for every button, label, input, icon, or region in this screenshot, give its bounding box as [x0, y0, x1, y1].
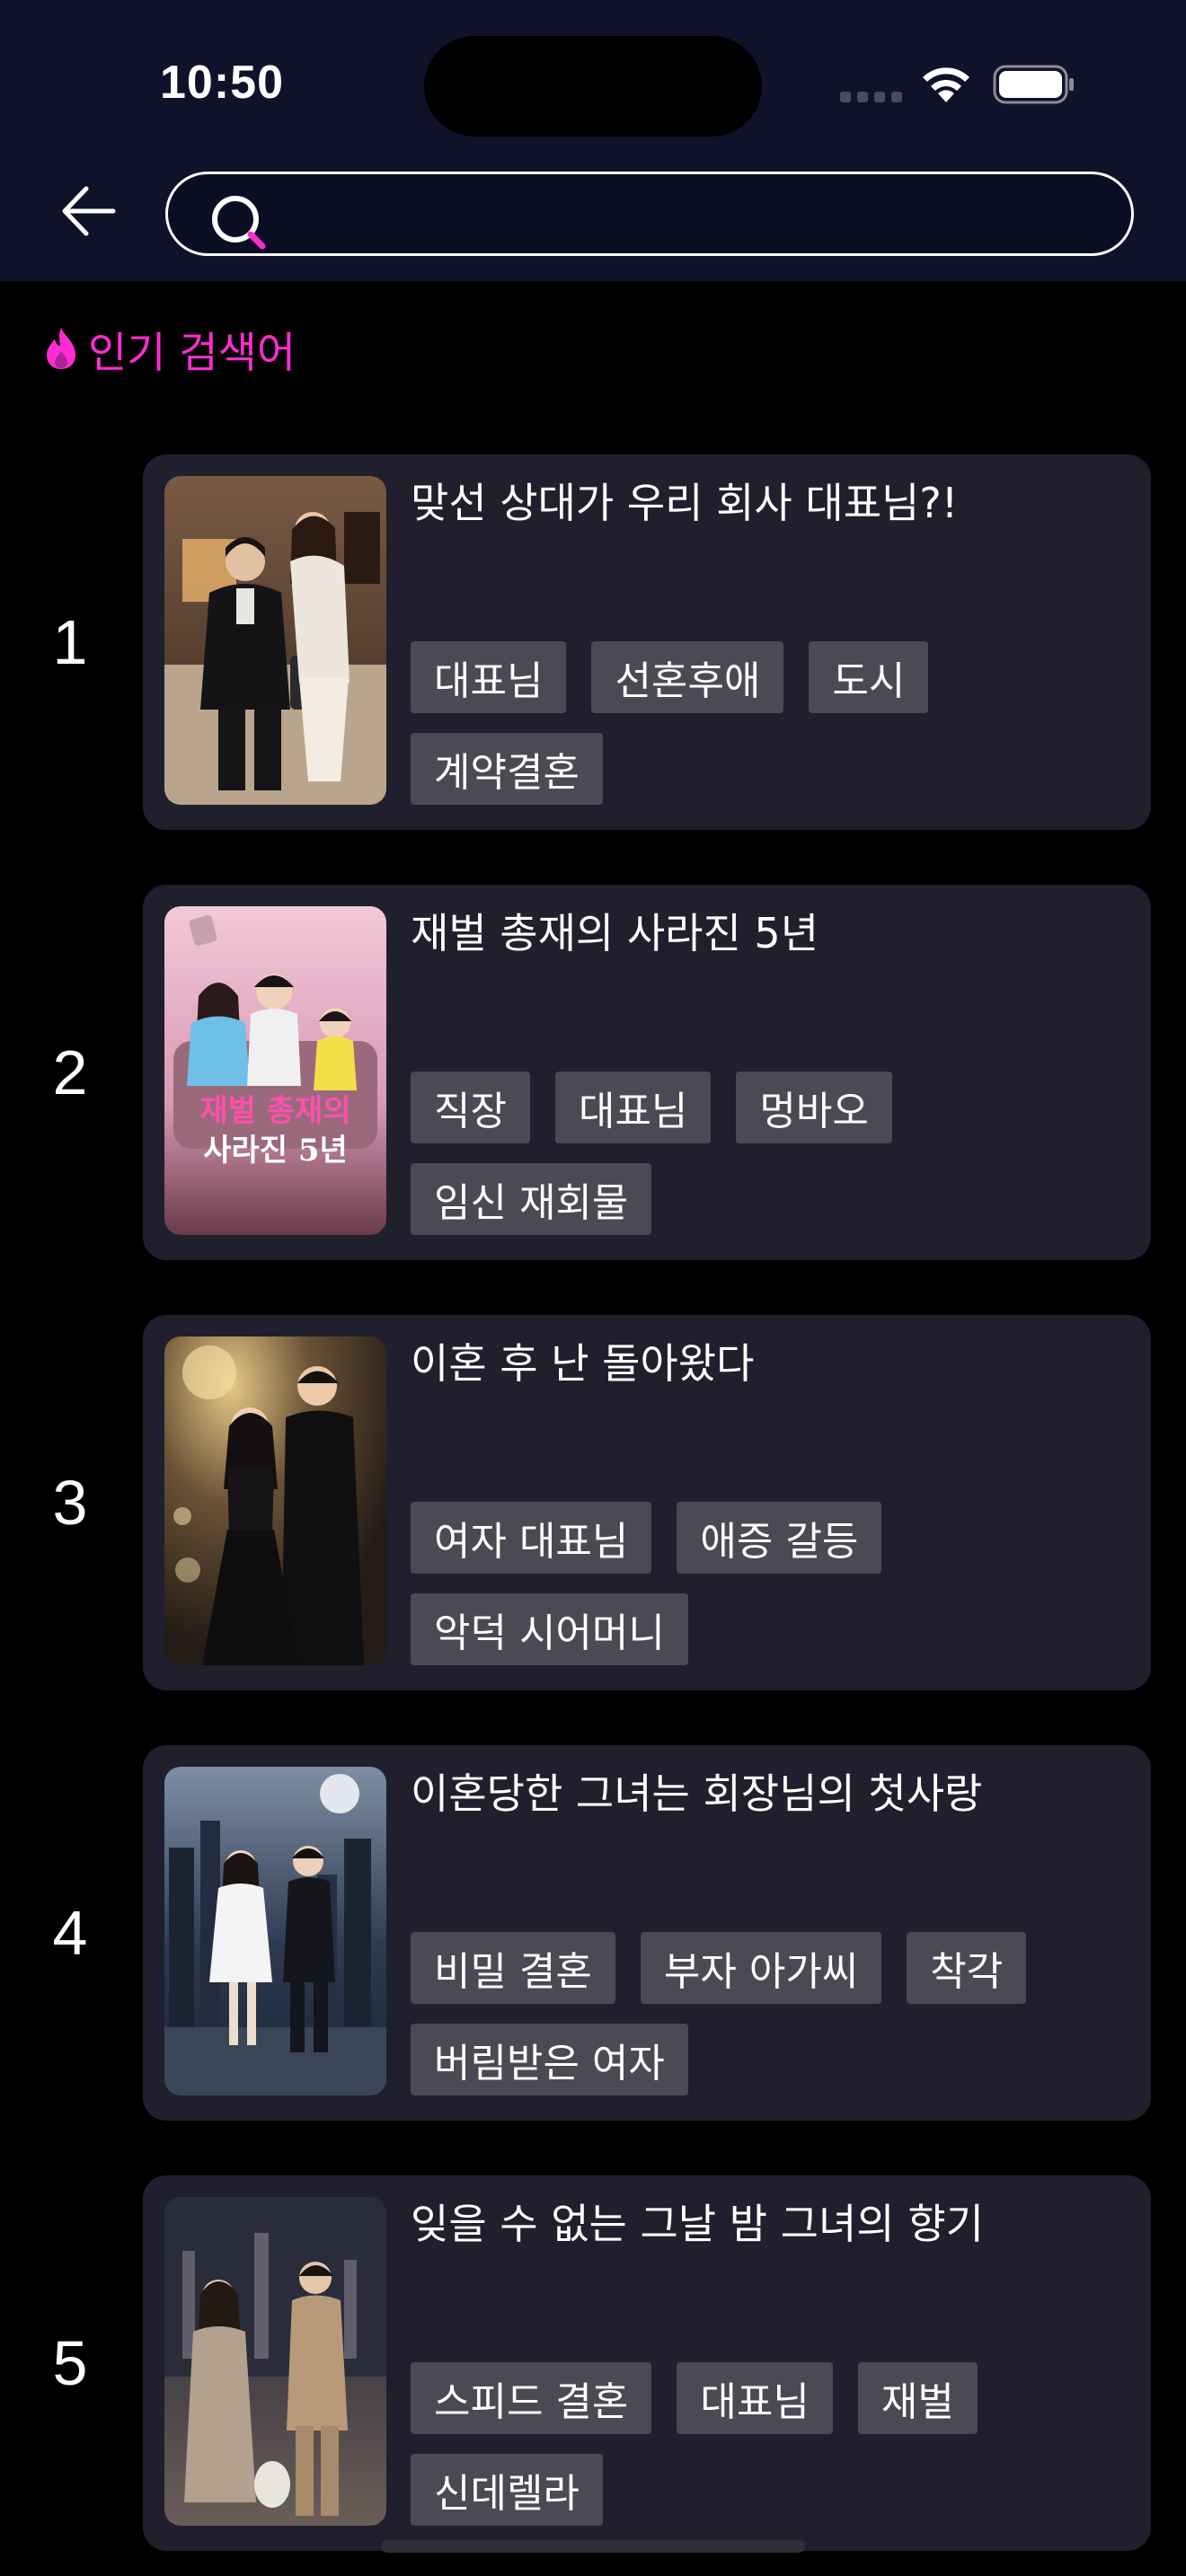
status-time: 10:50: [160, 57, 284, 109]
drama-card[interactable]: 이혼 후 난 돌아왔다 여자 대표님 애증 갈등 악덕 시어머니: [143, 1315, 1151, 1690]
home-indicator: [381, 2540, 805, 2553]
tag[interactable]: 악덕 시어머니: [411, 1593, 688, 1665]
tag-list: 비밀 결혼 부자 아가씨 착각 버림받은 여자: [411, 1932, 1129, 2095]
poster-image: [164, 476, 386, 805]
tag[interactable]: 대표님: [677, 2362, 833, 2434]
tag[interactable]: 애증 갈등: [677, 1502, 882, 1574]
list-item: 2 재벌 총재의 사라진 5년 직장 대표님 멍바오 임신 재회물 재벌 총재의…: [0, 885, 1186, 1260]
top-bar: 10:50: [0, 0, 1186, 281]
back-button[interactable]: [56, 180, 119, 243]
poster-image: [164, 1337, 386, 1665]
tag[interactable]: 직장: [411, 1072, 530, 1143]
tag[interactable]: 재벌: [857, 2362, 978, 2434]
tag[interactable]: 스피드 결혼: [411, 2362, 652, 2434]
list-item: 4 이혼당한 그녀는 회장님의 첫사랑 비밀 결혼 부자 아가씨 착각 버림받은…: [0, 1745, 1186, 2121]
drama-title: 재벌 총재의 사라진 5년: [411, 909, 819, 957]
drama-card[interactable]: 맞선 상대가 우리 회사 대표님?! 대표님 선혼후애 도시 계약결혼: [143, 454, 1151, 830]
list-item: 3 이혼 후 난 돌아왔다 여자 대표님 애증 갈등 악덕 시어머니: [0, 1315, 1186, 1690]
tag[interactable]: 신데렐라: [411, 2454, 603, 2526]
dynamic-island: [424, 36, 762, 137]
tag-list: 직장 대표님 멍바오 임신 재회물: [411, 1072, 1129, 1235]
rank-number: 2: [52, 1037, 88, 1107]
tag[interactable]: 버림받은 여자: [411, 2024, 688, 2095]
tag[interactable]: 대표님: [411, 641, 567, 713]
tag[interactable]: 임신 재회물: [411, 1163, 652, 1235]
tag[interactable]: 부자 아가씨: [640, 1932, 882, 2004]
search-bar[interactable]: [165, 172, 1134, 256]
list-item: 1 맞선 상대가 우리 회사 대표님?! 대표님 선혼후애 도시 계약결혼: [0, 454, 1186, 830]
drama-title: 잊을 수 없는 그날 밤 그녀의 향기: [411, 2200, 984, 2248]
poster-image: [164, 2197, 386, 2526]
drama-title: 이혼 후 난 돌아왔다: [411, 1339, 755, 1388]
poster-image: [164, 1767, 386, 2095]
poster-title-text: 재벌 총재의 사라진 5년: [199, 1093, 351, 1169]
drama-card[interactable]: 재벌 총재의 사라진 5년 직장 대표님 멍바오 임신 재회물 재벌 총재의 사…: [143, 885, 1151, 1260]
drama-title: 맞선 상대가 우리 회사 대표님?!: [411, 479, 959, 527]
rank-number: 4: [52, 1898, 88, 1968]
popular-searches-title: 인기 검색어: [88, 328, 296, 378]
poster-image: [164, 906, 386, 1235]
popular-searches-header: 인기 검색어: [43, 320, 296, 378]
list-item: 5 잊을 수 없는 그날 밤 그녀의 향기 스피드 결혼 대표님 재벌 신데렐라: [0, 2175, 1186, 2551]
tag-list: 대표님 선혼후애 도시 계약결혼: [411, 641, 1129, 805]
tag-list: 여자 대표님 애증 갈등 악덕 시어머니: [411, 1502, 1129, 1665]
rank-number: 3: [52, 1468, 88, 1538]
tag[interactable]: 계약결혼: [411, 733, 603, 805]
tag[interactable]: 대표님: [554, 1072, 712, 1143]
fire-icon: [47, 328, 75, 369]
tag[interactable]: 착각: [907, 1932, 1027, 2004]
wifi-icon: [923, 67, 969, 102]
tag[interactable]: 선혼후애: [591, 641, 784, 713]
drama-title: 이혼당한 그녀는 회장님의 첫사랑: [411, 1769, 983, 1818]
tag[interactable]: 여자 대표님: [411, 1502, 652, 1574]
drama-card[interactable]: 이혼당한 그녀는 회장님의 첫사랑 비밀 결혼 부자 아가씨 착각 버림받은 여…: [143, 1745, 1151, 2121]
cellular-signal-icon: [840, 92, 903, 102]
tag[interactable]: 멍바오: [736, 1072, 892, 1143]
rank-number: 5: [52, 2328, 88, 2398]
drama-card[interactable]: 잊을 수 없는 그날 밤 그녀의 향기 스피드 결혼 대표님 재벌 신데렐라: [143, 2175, 1151, 2551]
search-icon: [212, 196, 266, 250]
search-input[interactable]: [285, 183, 1111, 246]
battery-icon: [993, 65, 1074, 104]
tag[interactable]: 도시: [809, 641, 929, 713]
tag-list: 스피드 결혼 대표님 재벌 신데렐라: [411, 2362, 1129, 2526]
rank-number: 1: [52, 607, 88, 677]
tag[interactable]: 비밀 결혼: [411, 1932, 615, 2004]
